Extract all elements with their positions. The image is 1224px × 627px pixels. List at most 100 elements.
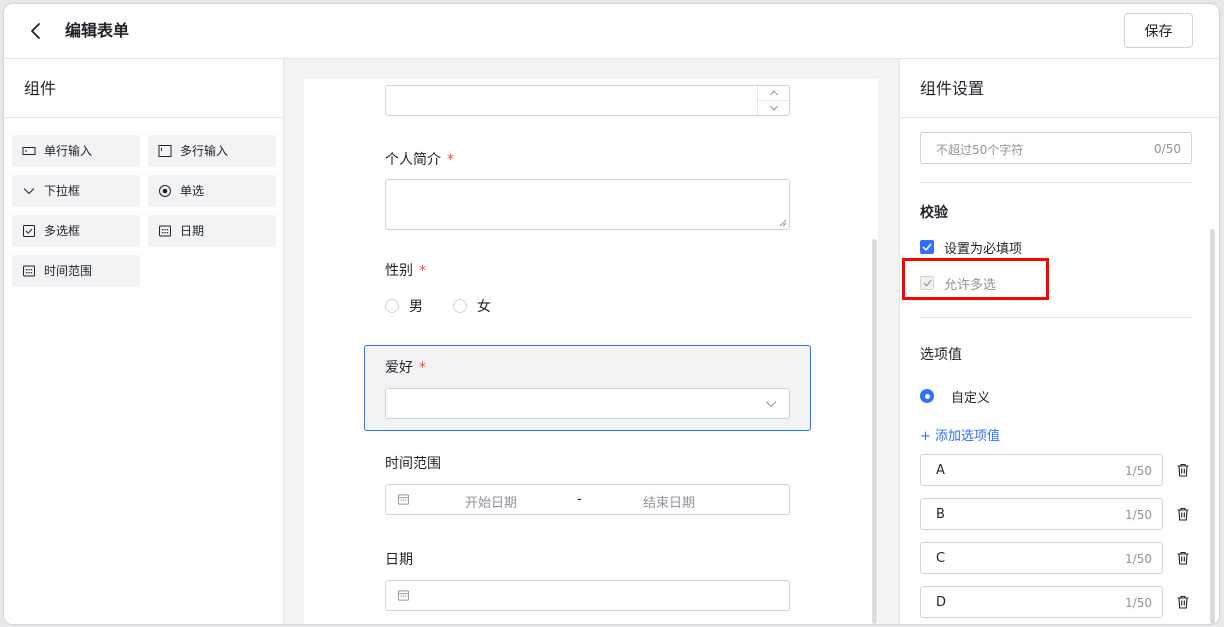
chevron-down-icon: [765, 401, 777, 408]
back-arrow-icon[interactable]: [26, 20, 46, 42]
components-panel: 组件 单行输入 多行输入 下拉框 单选 多选框 日期 时间范围: [4, 59, 284, 624]
gender-radio-male[interactable]: [385, 299, 399, 313]
component-label: 时间范围: [44, 264, 93, 278]
gender-label: 性别 *: [385, 260, 426, 280]
date-label: 日期: [385, 552, 413, 568]
plus-icon: +: [920, 429, 931, 444]
component-label: 多行输入: [180, 144, 229, 158]
stepper-down-icon[interactable]: [769, 104, 779, 112]
option-input-d[interactable]: D 1/50: [920, 586, 1163, 618]
add-option-label: 添加选项值: [935, 429, 1001, 444]
options-title: 选项值: [920, 347, 962, 363]
component-date[interactable]: 日期: [148, 215, 276, 247]
resize-handle-icon[interactable]: [779, 219, 787, 227]
option-value: D: [936, 595, 947, 610]
settings-panel-title: 组件设置: [900, 59, 1219, 118]
save-button[interactable]: 保存: [1124, 13, 1193, 48]
settings-scrollbar[interactable]: [1210, 229, 1215, 624]
gender-radio-female[interactable]: [453, 299, 467, 313]
check-icon: [922, 243, 932, 251]
component-label: 单选: [180, 184, 205, 198]
number-input[interactable]: [385, 85, 790, 116]
app-window: 编辑表单 保存 组件 单行输入 多行输入 下拉框 单选 多选框 日期 时间范围 …: [4, 4, 1219, 624]
gender-option-male: 男: [409, 299, 423, 315]
range-separator: -: [577, 492, 582, 507]
stepper-up-icon[interactable]: [769, 89, 779, 97]
option-input-a[interactable]: A 1/50: [920, 454, 1163, 486]
multi-select-checkbox[interactable]: [920, 276, 934, 290]
trash-icon[interactable]: [1175, 506, 1191, 522]
component-label: 单行输入: [44, 144, 93, 158]
validation-title: 校验: [920, 205, 948, 221]
divider: [920, 317, 1192, 318]
required-label: 设置为必填项: [944, 242, 1023, 257]
option-char-count: 1/50: [1125, 552, 1152, 566]
component-dropdown[interactable]: 下拉框: [12, 175, 140, 207]
placeholder-input[interactable]: 不超过50个字符 0/50: [920, 132, 1192, 164]
time-range-picker[interactable]: 开始日期 - 结束日期: [385, 484, 790, 515]
radio-icon: [159, 185, 171, 197]
top-bar: 编辑表单 保存: [4, 4, 1219, 59]
option-value: A: [936, 463, 945, 478]
component-multi-line-input[interactable]: 多行输入: [148, 135, 276, 167]
option-char-count: 1/50: [1125, 464, 1152, 478]
component-label: 多选框: [44, 224, 81, 238]
number-stepper[interactable]: [757, 86, 790, 115]
required-mark: *: [419, 263, 426, 279]
canvas-scrollbar[interactable]: [872, 239, 877, 624]
checkbox-icon: [23, 225, 35, 237]
components-panel-title: 组件: [4, 59, 283, 118]
page-title: 编辑表单: [65, 21, 130, 40]
hobby-select[interactable]: [385, 388, 790, 419]
form-canvas-area: 个人简介 * 性别 * 男 女 爱好 * 时间范围 开始日期 - 结束日期 日期: [284, 59, 899, 624]
gender-label-text: 性别: [385, 263, 413, 279]
custom-radio-dot: [924, 393, 930, 399]
trash-icon[interactable]: [1175, 462, 1191, 478]
required-mark: *: [447, 152, 454, 168]
option-char-count: 1/50: [1125, 508, 1152, 522]
option-value: B: [936, 507, 945, 522]
component-time-range[interactable]: 时间范围: [12, 255, 140, 287]
trash-icon[interactable]: [1175, 594, 1191, 610]
gender-option-female: 女: [477, 299, 491, 315]
chevron-down-icon: [23, 188, 35, 195]
component-single-line-input[interactable]: 单行输入: [12, 135, 140, 167]
calendar-icon: [397, 590, 410, 601]
component-label: 下拉框: [44, 184, 81, 198]
check-icon: [923, 279, 932, 287]
divider: [920, 182, 1192, 183]
intro-label: 个人简介 *: [385, 149, 454, 169]
multi-select-label: 允许多选: [944, 278, 997, 293]
intro-textarea[interactable]: [385, 179, 790, 230]
option-char-count: 1/50: [1125, 596, 1152, 610]
option-input-b[interactable]: B 1/50: [920, 498, 1163, 530]
intro-label-text: 个人简介: [385, 152, 441, 168]
hobby-label-text: 爱好: [385, 360, 413, 376]
required-checkbox[interactable]: [920, 240, 934, 254]
stepper-divider: [758, 100, 790, 101]
component-label: 日期: [180, 224, 205, 238]
custom-label: 自定义: [951, 391, 991, 406]
placeholder-input-placeholder: 不超过50个字符: [936, 143, 1024, 157]
settings-panel: 组件设置 不超过50个字符 0/50 校验 设置为必填项 允许多选 选项值 自定…: [899, 59, 1219, 624]
custom-radio[interactable]: [920, 389, 934, 403]
form-canvas: 个人简介 * 性别 * 男 女 爱好 * 时间范围 开始日期 - 结束日期 日期: [304, 79, 878, 624]
calendar-range-icon: [23, 265, 35, 277]
single-line-input-icon: [22, 147, 36, 155]
time-range-label: 时间范围: [385, 456, 441, 472]
trash-icon[interactable]: [1175, 550, 1191, 566]
start-date-placeholder[interactable]: 开始日期: [465, 492, 517, 511]
calendar-icon: [159, 225, 171, 237]
hobby-field-selected[interactable]: 爱好 *: [364, 345, 811, 431]
multi-line-input-icon: [158, 145, 172, 157]
calendar-icon: [397, 494, 410, 505]
component-checkbox[interactable]: 多选框: [12, 215, 140, 247]
date-picker[interactable]: [385, 580, 790, 611]
component-radio[interactable]: 单选: [148, 175, 276, 207]
required-mark: *: [419, 360, 426, 376]
add-option-button[interactable]: + 添加选项值: [920, 425, 1000, 444]
hobby-label: 爱好 *: [385, 357, 426, 377]
option-input-c[interactable]: C 1/50: [920, 542, 1163, 574]
option-value: C: [936, 551, 946, 566]
end-date-placeholder[interactable]: 结束日期: [643, 492, 695, 511]
